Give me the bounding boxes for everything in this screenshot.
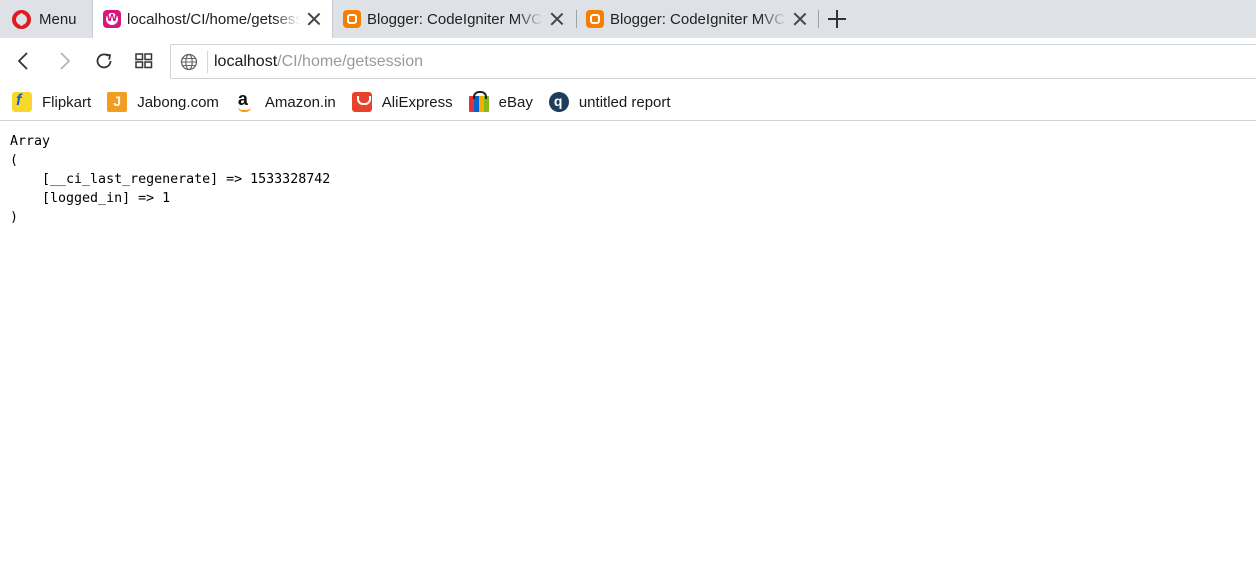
bookmark-label: Amazon.in: [264, 93, 336, 111]
bookmark-untitled-report[interactable]: q untitled report: [548, 92, 671, 112]
opera-logo-icon: [12, 9, 31, 29]
output-line: (: [10, 153, 19, 168]
tab-title: Blogger: CodeIgniter MVC: [610, 10, 786, 28]
bookmark-label: AliExpress: [381, 93, 453, 111]
close-icon[interactable]: [790, 9, 810, 29]
report-icon: q: [548, 92, 569, 112]
reload-icon: [96, 53, 112, 69]
bookmark-label: eBay: [498, 93, 533, 111]
tab-grid-button[interactable]: [130, 47, 158, 75]
tab-blogger-2[interactable]: Blogger: CodeIgniter MVC: [576, 0, 818, 38]
wamp-icon: W: [103, 10, 121, 28]
new-tab-plus-icon[interactable]: [826, 8, 848, 30]
bookmark-jabong[interactable]: J Jabong.com: [107, 92, 219, 112]
navigation-toolbar: localhost/CI/home/getsession: [0, 38, 1256, 84]
forward-button[interactable]: [50, 47, 78, 75]
output-line: [logged_in] => 1: [10, 191, 171, 206]
close-icon[interactable]: [304, 9, 324, 29]
close-icon[interactable]: [547, 9, 567, 29]
tab-getsession[interactable]: W localhost/CI/home/getsession: [92, 0, 333, 38]
amazon-icon: a: [235, 89, 255, 112]
url-path: /CI/home/getsession: [277, 52, 424, 70]
jabong-icon: J: [107, 92, 128, 112]
reload-button[interactable]: [90, 47, 118, 75]
output-line: ): [10, 210, 19, 225]
bookmark-label: Jabong.com: [137, 93, 219, 111]
bookmark-label: Flipkart: [42, 93, 92, 111]
blogger-icon: [343, 10, 361, 28]
opera-menu-button[interactable]: Menu: [0, 0, 90, 38]
grid-icon: [135, 53, 153, 69]
bookmark-aliexpress[interactable]: AliExpress: [351, 92, 453, 112]
aliexpress-icon: [351, 92, 372, 112]
output-line: Array: [10, 134, 51, 149]
back-arrow-icon: [17, 52, 28, 70]
menu-label: Menu: [39, 10, 77, 28]
tab-title: Blogger: CodeIgniter MVC: [367, 10, 543, 28]
blogger-icon: [586, 10, 604, 28]
site-info-button[interactable]: [171, 53, 207, 71]
address-divider: [207, 50, 208, 73]
address-bar[interactable]: localhost/CI/home/getsession: [170, 44, 1256, 79]
output-line: [__ci_last_regenerate] => 1533328742: [10, 172, 331, 187]
back-button[interactable]: [10, 47, 38, 75]
url-host: localhost: [214, 52, 278, 70]
tab-title: localhost/CI/home/getsession: [127, 10, 300, 28]
bookmark-flipkart[interactable]: f Flipkart: [12, 92, 91, 112]
globe-icon: [180, 53, 198, 70]
ebay-icon: [468, 91, 489, 112]
bookmarks-bar: f Flipkart J Jabong.com a Amazon.in AliE…: [0, 84, 1256, 121]
bookmark-ebay[interactable]: eBay: [468, 91, 533, 112]
bookmark-amazon[interactable]: a Amazon.in: [235, 89, 336, 112]
forward-arrow-icon: [60, 52, 71, 70]
flipkart-icon: f: [12, 92, 32, 112]
tab-strip: Menu W localhost/CI/home/getsession Blog…: [0, 0, 1256, 38]
tab-blogger-1[interactable]: Blogger: CodeIgniter MVC: [333, 0, 575, 38]
page-content: Array ( [__ci_last_regenerate] => 153332…: [10, 132, 330, 227]
tab-divider: [818, 10, 819, 28]
bookmark-label: untitled report: [578, 93, 671, 111]
